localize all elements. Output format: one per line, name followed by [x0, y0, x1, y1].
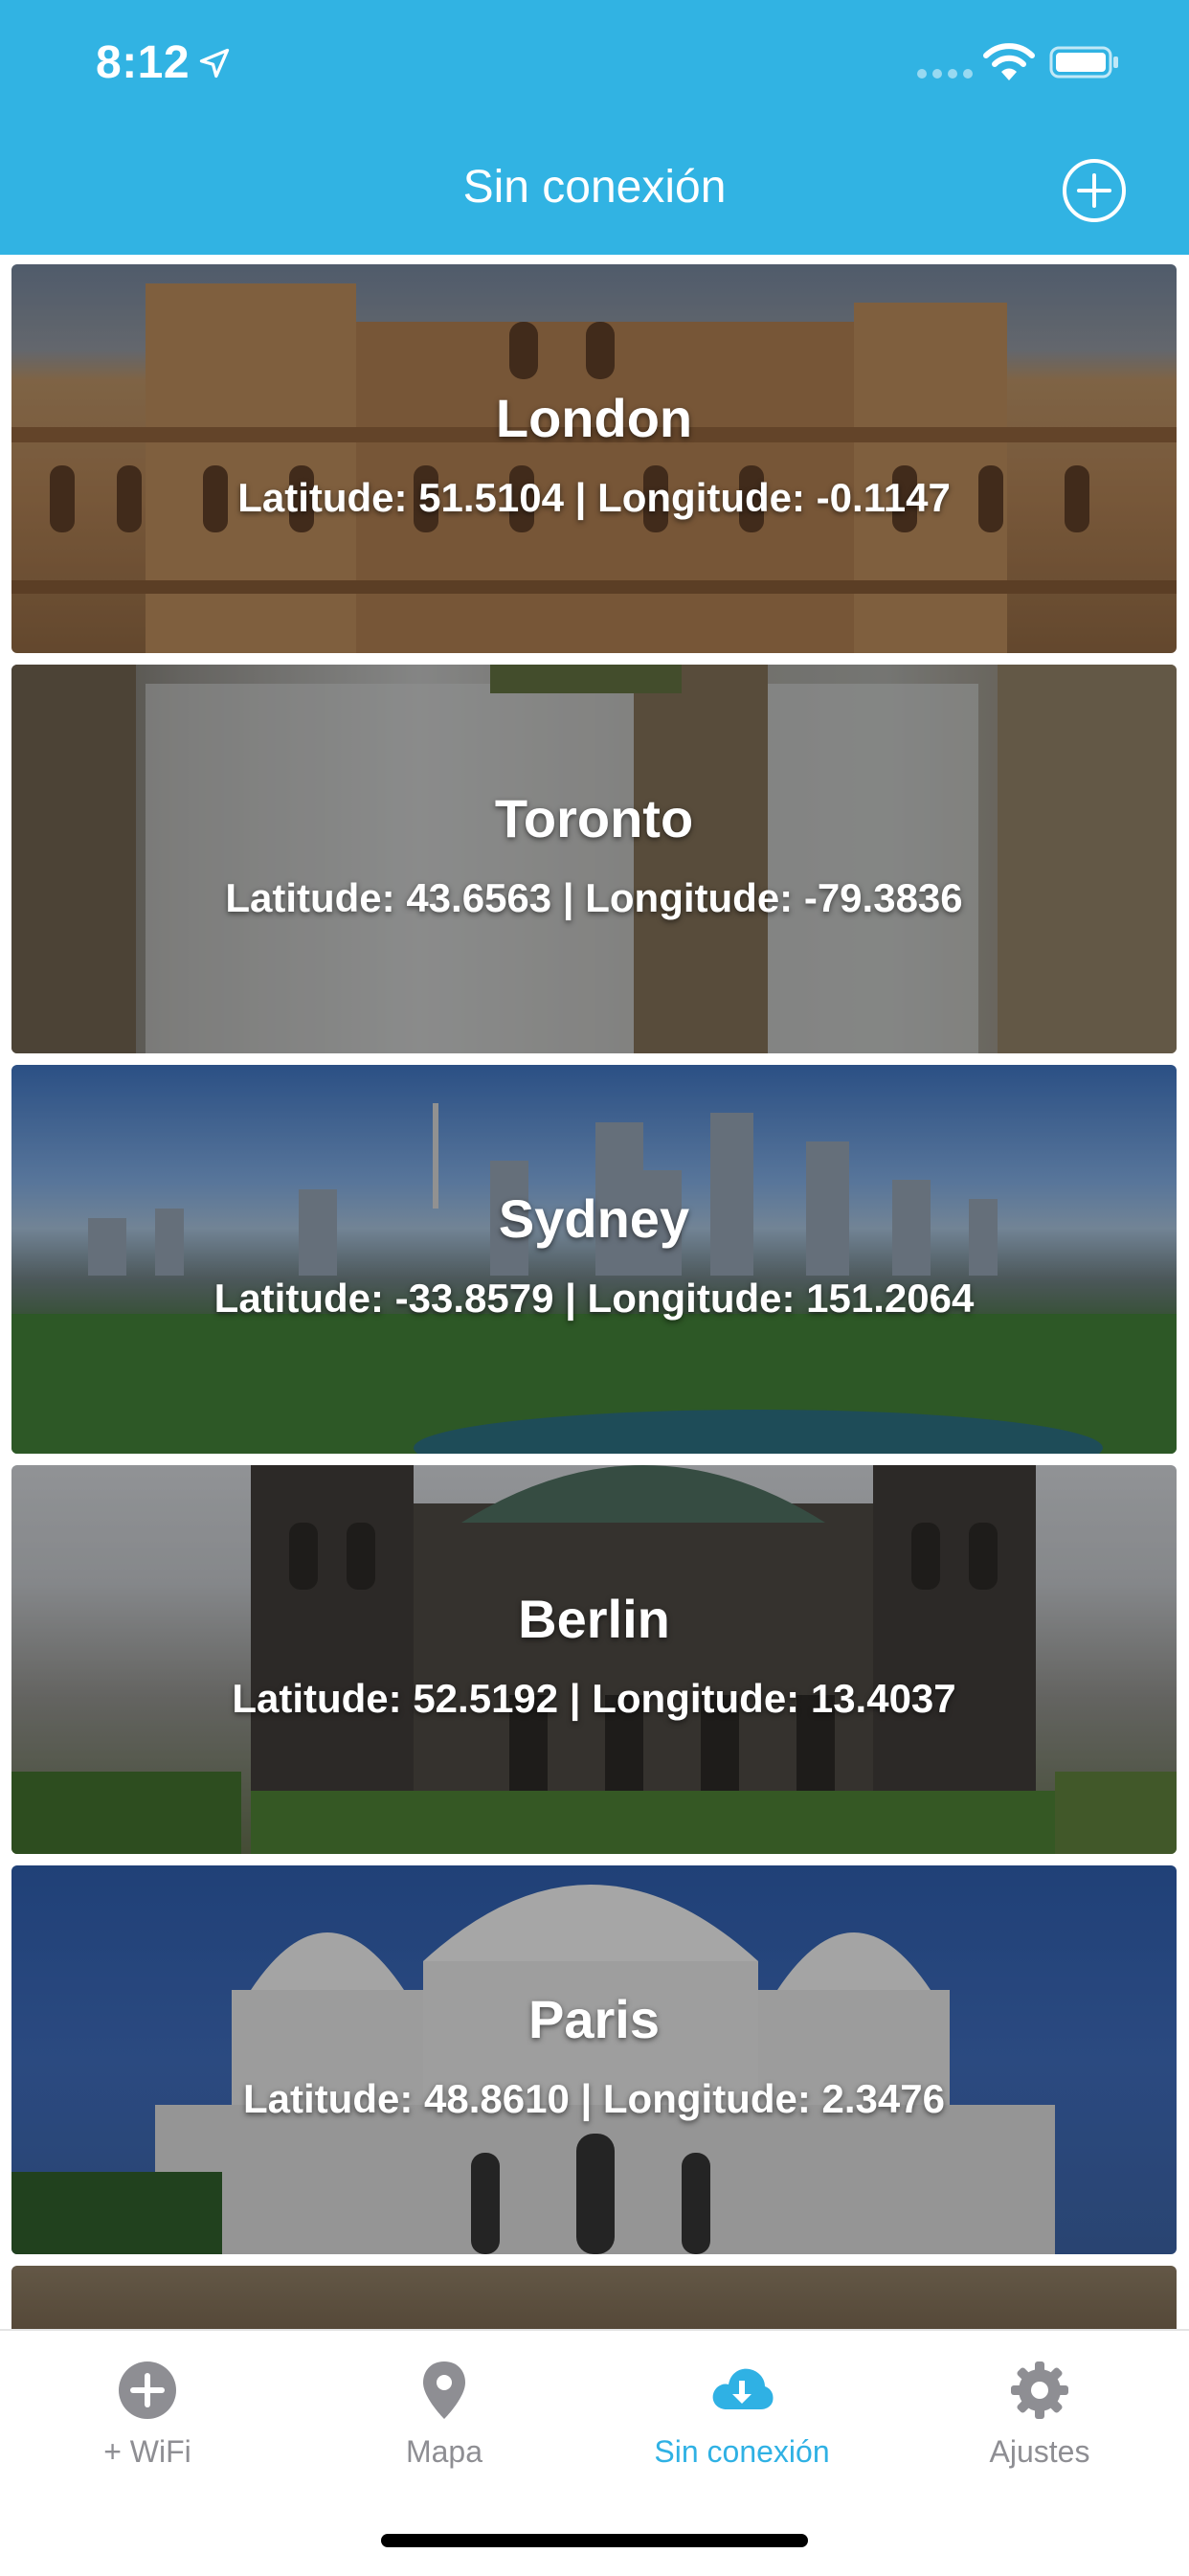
tab-mapa[interactable]: Mapa	[301, 2358, 588, 2470]
page-title: Sin conexión	[462, 162, 727, 213]
battery-icon	[1049, 46, 1118, 79]
location-name: Paris	[528, 1989, 660, 2049]
location-card[interactable]: Sydney Latitude: -33.8579 | Longitude: 1…	[11, 1065, 1177, 1454]
location-card[interactable]: Paris Latitude: 48.8610 | Longitude: 2.3…	[11, 1865, 1177, 2254]
location-coordinates: Latitude: 52.5192 | Longitude: 13.4037	[232, 1676, 956, 1721]
tab-label: Ajustes	[989, 2434, 1090, 2469]
location-card-partial[interactable]	[11, 2266, 1177, 2329]
add-location-button[interactable]	[1061, 157, 1128, 224]
tab-ajustes[interactable]: Ajustes	[896, 2358, 1183, 2470]
top-bar: 8:12 Sin conexión	[0, 0, 1189, 255]
tab-label: + WiFi	[103, 2434, 191, 2469]
home-indicator[interactable]	[381, 2534, 808, 2547]
location-coordinates: Latitude: -33.8579 | Longitude: 151.2064	[213, 1276, 975, 1321]
tab-label: Mapa	[405, 2434, 483, 2469]
location-card[interactable]: London Latitude: 51.5104 | Longitude: -0…	[11, 264, 1177, 653]
location-card[interactable]: Berlin Latitude: 52.5192 | Longitude: 13…	[11, 1465, 1177, 1854]
location-list[interactable]: London Latitude: 51.5104 | Longitude: -0…	[0, 255, 1189, 2329]
tab-sin-conexion[interactable]: Sin conexión	[598, 2358, 886, 2470]
map-pin-icon	[423, 2361, 465, 2419]
location-name: Toronto	[494, 788, 694, 848]
status-time: 8:12	[96, 37, 191, 88]
location-card[interactable]: Toronto Latitude: 43.6563 | Longitude: -…	[11, 665, 1177, 1053]
location-arrow-icon	[199, 48, 230, 79]
gear-icon	[1011, 2361, 1068, 2419]
wifi-icon	[983, 43, 1035, 80]
location-name: Berlin	[518, 1589, 670, 1649]
location-coordinates: Latitude: 51.5104 | Longitude: -0.1147	[237, 475, 951, 520]
cellular-signal-icon	[917, 69, 973, 79]
location-name: London	[495, 388, 693, 448]
tab-wifi[interactable]: + WiFi	[4, 2358, 291, 2470]
tab-label: Sin conexión	[654, 2434, 830, 2469]
cloud-download-icon	[712, 2368, 774, 2409]
location-coordinates: Latitude: 48.8610 | Longitude: 2.3476	[243, 2076, 945, 2121]
location-name: Sydney	[498, 1188, 690, 1249]
plus-circle-icon	[119, 2361, 176, 2419]
location-coordinates: Latitude: 43.6563 | Longitude: -79.3836	[225, 875, 963, 920]
